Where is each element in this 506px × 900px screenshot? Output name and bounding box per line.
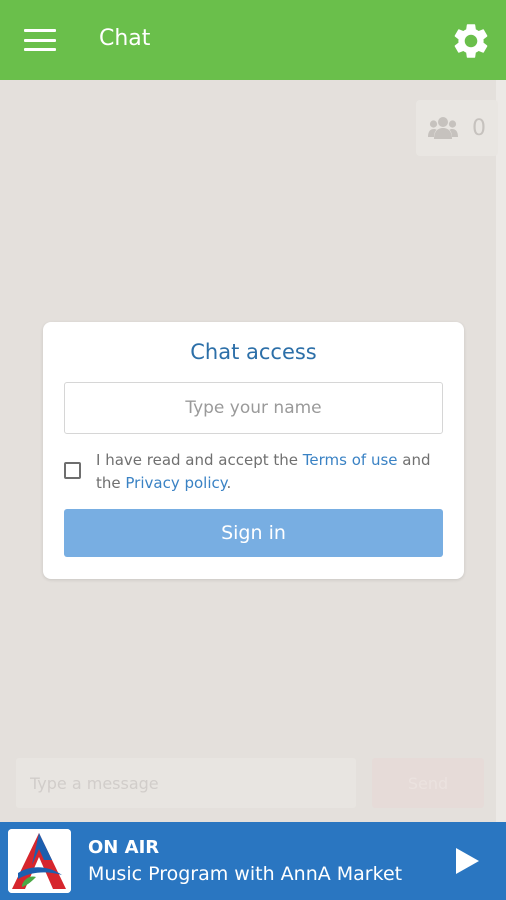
name-input[interactable] [64, 382, 443, 434]
on-air-label: ON AIR [88, 837, 160, 858]
online-users-badge[interactable]: 0 [416, 100, 498, 156]
accept-prefix-text: I have read and accept the [96, 451, 303, 469]
dialog-title: Chat access [190, 340, 317, 364]
accept-terms-label: I have read and accept the Terms of use … [96, 449, 446, 495]
hamburger-menu-icon[interactable] [24, 29, 56, 51]
privacy-policy-link[interactable]: Privacy policy [125, 474, 226, 492]
sign-in-button[interactable]: Sign in [64, 509, 443, 557]
send-button[interactable]: Send [372, 758, 484, 808]
program-title: Music Program with AnnA Market [88, 863, 403, 885]
top-app-bar: Chat [0, 0, 506, 80]
station-logo-icon [8, 829, 71, 893]
message-input[interactable] [16, 758, 356, 808]
page-title: Chat [99, 26, 151, 51]
gear-icon[interactable] [450, 20, 492, 62]
scrollbar[interactable] [496, 80, 506, 822]
chat-access-dialog: Chat access I have read and accept the T… [43, 322, 464, 579]
accept-terms-checkbox[interactable] [64, 462, 81, 479]
users-icon [428, 117, 458, 139]
terms-of-use-link[interactable]: Terms of use [303, 451, 398, 469]
accept-suffix-text: . [226, 474, 232, 492]
online-users-count: 0 [472, 115, 486, 141]
play-icon[interactable] [452, 846, 482, 876]
now-playing-bar: ON AIR Music Program with AnnA Market [0, 822, 506, 900]
